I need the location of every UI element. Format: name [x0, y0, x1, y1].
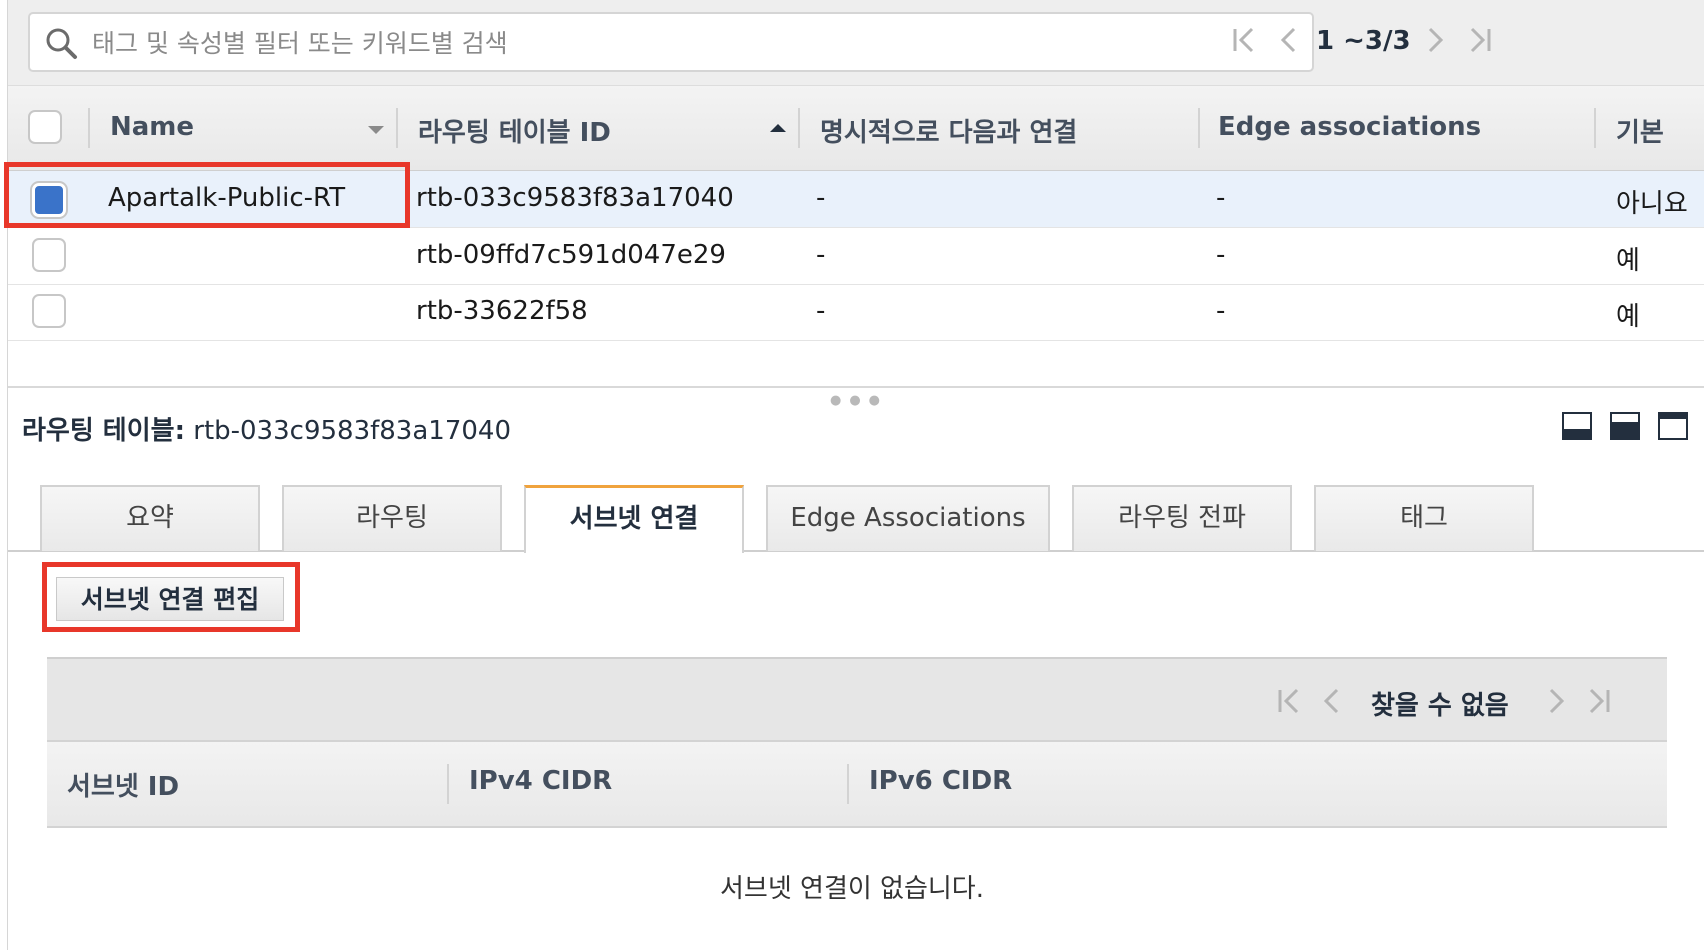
column-header-route-table-id[interactable]: 라우팅 테이블 ID	[418, 112, 611, 149]
drag-handle-icon[interactable]: ●●●	[830, 393, 888, 408]
column-header-explicit-association[interactable]: 명시적으로 다음과 연결	[820, 112, 1077, 149]
column-separator	[447, 764, 449, 804]
row-route-table-id: rtb-033c9583f83a17040	[416, 183, 734, 213]
search-icon	[46, 28, 77, 59]
column-separator	[847, 764, 849, 804]
row-explicit-association: -	[816, 183, 826, 213]
row-checkbox[interactable]	[32, 238, 66, 272]
prev-page-icon[interactable]	[1274, 24, 1304, 56]
tab-summary[interactable]: 요약	[40, 485, 260, 551]
column-header-subnet-id[interactable]: 서브넷 ID	[67, 766, 179, 803]
search-input[interactable]	[90, 24, 1294, 62]
subnet-pager-bar: 찾을 수 없음	[47, 657, 1667, 742]
tab-subnet-associations[interactable]: 서브넷 연결	[524, 485, 744, 553]
sort-up-icon[interactable]	[770, 122, 786, 132]
detail-title: 라우팅 테이블: rtb-033c9583f83a17040	[22, 410, 511, 447]
tab-tags[interactable]: 태그	[1314, 485, 1534, 551]
row-checkbox[interactable]	[32, 294, 66, 328]
sort-down-icon[interactable]	[368, 126, 384, 136]
table-row[interactable]: rtb-33622f58 - - 예	[8, 284, 1704, 341]
tab-route-propagation[interactable]: 라우팅 전파	[1072, 485, 1292, 551]
highlight-box	[4, 162, 410, 228]
panel-full-layout-icon[interactable]	[1658, 412, 1688, 440]
pager-range: 1 ~3/3	[1316, 26, 1411, 56]
column-separator	[1594, 108, 1596, 148]
row-main: 예	[1616, 302, 1640, 332]
column-separator	[396, 108, 398, 148]
row-main: 예	[1616, 246, 1640, 276]
last-page-icon[interactable]	[1583, 685, 1613, 717]
first-page-icon[interactable]	[1230, 24, 1260, 56]
first-page-icon[interactable]	[1275, 685, 1305, 717]
panel-bottom-layout-icon[interactable]	[1562, 412, 1592, 440]
empty-state-message: 서브넷 연결이 없습니다.	[720, 874, 984, 904]
column-separator	[1198, 108, 1200, 148]
select-all-checkbox[interactable]	[28, 110, 62, 144]
column-header-name[interactable]: Name	[110, 112, 194, 142]
panel-splitter[interactable]	[8, 386, 1704, 388]
detail-value: rtb-033c9583f83a17040	[193, 416, 511, 446]
panel-half-layout-icon[interactable]	[1610, 412, 1640, 440]
row-route-table-id: rtb-09ffd7c591d047e29	[416, 240, 726, 270]
subnet-table-header: 서브넷 ID IPv4 CIDR IPv6 CIDR	[47, 740, 1667, 828]
row-main: 아니요	[1616, 189, 1688, 219]
prev-page-icon[interactable]	[1317, 685, 1347, 717]
column-header-ipv4-cidr[interactable]: IPv4 CIDR	[469, 766, 612, 796]
column-header-main[interactable]: 기본	[1616, 112, 1664, 149]
column-separator	[798, 108, 800, 148]
detail-label: 라우팅 테이블:	[22, 416, 185, 446]
row-explicit-association: -	[816, 296, 826, 326]
column-separator	[88, 108, 90, 148]
filter-bar: 1 ~3/3	[8, 0, 1704, 86]
row-edge-associations: -	[1216, 296, 1226, 326]
row-explicit-association: -	[816, 240, 826, 270]
next-page-icon[interactable]	[1541, 685, 1571, 717]
next-page-icon[interactable]	[1420, 24, 1450, 56]
tab-routes[interactable]: 라우팅	[282, 485, 502, 551]
tab-edge-associations[interactable]: Edge Associations	[766, 485, 1050, 551]
column-header-ipv6-cidr[interactable]: IPv6 CIDR	[869, 766, 1012, 796]
table-row[interactable]: rtb-09ffd7c591d047e29 - - 예	[8, 228, 1704, 285]
table-header: Name 라우팅 테이블 ID 명시적으로 다음과 연결 Edge associ…	[8, 86, 1704, 171]
subnet-pager-text: 찾을 수 없음	[1371, 691, 1509, 721]
row-edge-associations: -	[1216, 183, 1226, 213]
edit-subnet-associations-button[interactable]: 서브넷 연결 편집	[56, 577, 284, 621]
row-edge-associations: -	[1216, 240, 1226, 270]
row-route-table-id: rtb-33622f58	[416, 296, 588, 326]
last-page-icon[interactable]	[1464, 24, 1494, 56]
search-box[interactable]	[28, 12, 1314, 72]
column-header-edge-associations[interactable]: Edge associations	[1218, 112, 1481, 142]
